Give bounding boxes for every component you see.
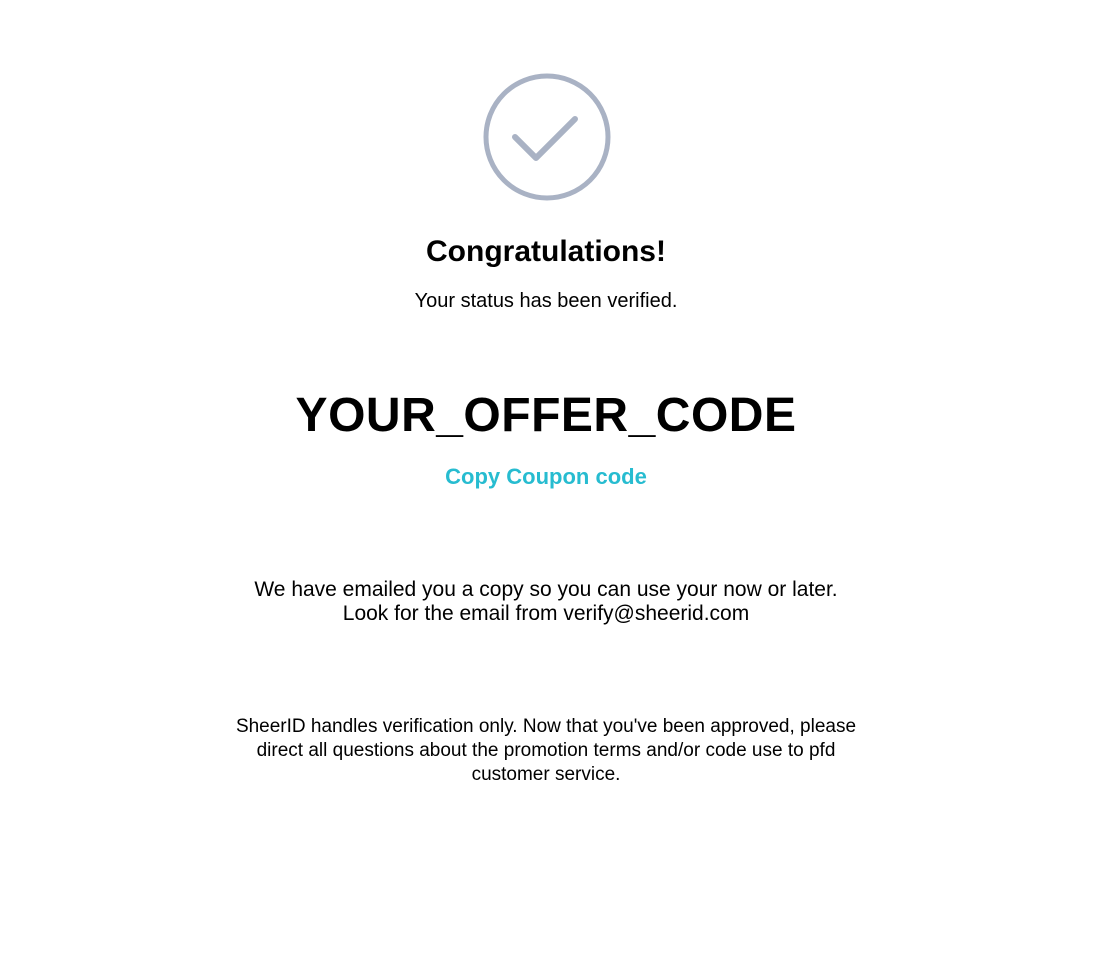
email-notice: We have emailed you a copy so you can us… [0, 578, 1092, 626]
email-notice-line: Look for the email from verify@sheerid.c… [342, 602, 750, 625]
page-title: Congratulations! [426, 235, 666, 268]
email-notice-line: We have emailed you a copy so you can us… [254, 578, 838, 601]
status-message: Your status has been verified. [414, 290, 678, 312]
disclaimer-text: SheerID handles verification only. Now t… [235, 716, 857, 785]
offer-code: YOUR_OFFER_CODE [295, 389, 797, 442]
success-panel: Congratulations! Your status has been ve… [0, 0, 1092, 978]
checkmark-circle-icon [483, 73, 611, 201]
copy-coupon-code-link[interactable]: Copy Coupon code [0, 463, 1092, 491]
